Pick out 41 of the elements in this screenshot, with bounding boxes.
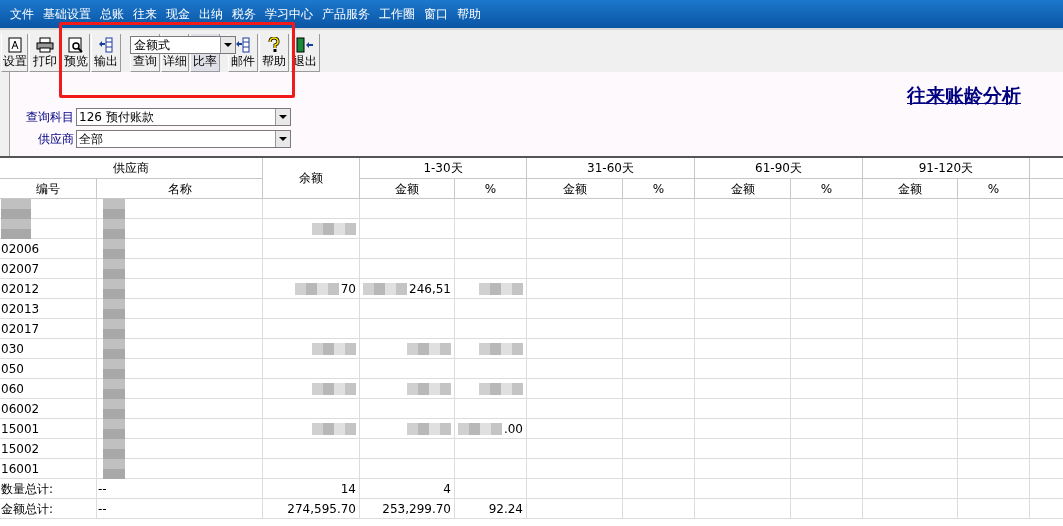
column-header: 31-60天 [527, 158, 695, 179]
cell-text: 274,595.70 [287, 500, 356, 518]
column-header: 61-90天 [695, 158, 863, 179]
cell-text: .00 [503, 420, 523, 438]
cell-text: 16001 [1, 460, 40, 478]
report-title: 往来账龄分析 [907, 84, 1021, 108]
filter-label: 查询科目 [25, 109, 75, 126]
cell-text: 253,299.70 [382, 500, 451, 518]
cell-text: 06002 [1, 400, 40, 418]
cell-text: 030 [1, 340, 24, 358]
cell-text: 050 [1, 360, 24, 378]
column-header: 金额 [863, 179, 958, 199]
column-header: 供应商 [0, 158, 263, 179]
filter-label: 供应商 [37, 131, 75, 148]
column-header: 91-120天 [863, 158, 1030, 179]
column-header: 金额 [360, 179, 455, 199]
column-header: 金额 [695, 179, 791, 199]
cell-text: 数量总计: [1, 480, 54, 498]
cell-text: 060 [1, 380, 24, 398]
cell-text: 14 [340, 480, 356, 498]
column-header: 金额 [527, 179, 623, 199]
cell-text: 246,51 [409, 280, 451, 298]
cell-text: 02007 [1, 260, 40, 278]
cell-text: 92.24 [488, 500, 523, 518]
column-header: % [455, 179, 527, 199]
cell-text: 02017 [1, 320, 40, 338]
cell-text: 15001 [1, 420, 40, 438]
cell-text: 70 [340, 280, 356, 298]
column-header: % [958, 179, 1030, 199]
cell-text: 4 [443, 480, 451, 498]
column-header: % [791, 179, 863, 199]
cell-text: -- [98, 500, 107, 518]
column-header: 1-30天 [360, 158, 527, 179]
cell-text: 02012 [1, 280, 40, 298]
cell-text: 15002 [1, 440, 40, 458]
cell-text: 02013 [1, 300, 40, 318]
column-header: % [623, 179, 695, 199]
cell-text: -- [98, 480, 107, 498]
cell-text: 02006 [1, 240, 40, 258]
column-header: 余额 [263, 158, 360, 199]
cell-text: 金额总计: [1, 500, 54, 518]
